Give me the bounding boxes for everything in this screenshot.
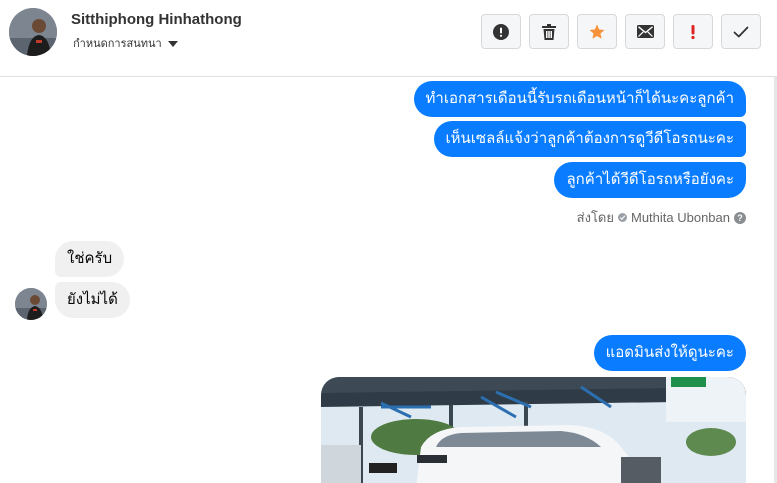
- envelope-icon: [636, 25, 654, 38]
- checkmark-icon: [733, 26, 749, 37]
- follow-up-button[interactable]: [673, 14, 713, 49]
- sent-by-info: ส่งโดย Muthita Ubonban ?: [577, 207, 746, 228]
- outgoing-message[interactable]: ทำเอกสารเดือนนี้รับรถเดือนหน้าก็ได้นะคะล…: [413, 81, 746, 117]
- outgoing-message[interactable]: ลูกค้าได้วีดีโอรถหรือยังคะ: [554, 162, 746, 198]
- conversation-toolbar: [481, 14, 761, 49]
- contact-avatar-small[interactable]: [15, 288, 47, 320]
- contact-name[interactable]: Sitthiphong Hinhathong: [71, 11, 242, 28]
- incoming-message[interactable]: ใช่ครับ: [55, 241, 125, 277]
- outgoing-message[interactable]: แอดมินส่งให้ดูนะคะ: [593, 335, 746, 371]
- contact-avatar[interactable]: [9, 8, 57, 56]
- report-spam-button[interactable]: [481, 14, 521, 49]
- delete-button[interactable]: [529, 14, 569, 49]
- attached-car-photo[interactable]: [321, 377, 746, 483]
- conversation-header: Sitthiphong Hinhathong กำหนดการสนทนา: [0, 0, 777, 77]
- help-icon[interactable]: ?: [734, 211, 746, 224]
- incoming-message[interactable]: ยังไม่ได้: [55, 282, 130, 318]
- star-icon: [589, 24, 605, 39]
- sent-by-prefix: ส่งโดย: [576, 210, 614, 225]
- outgoing-message[interactable]: เห็นเซลล์แจ้งว่าลูกค้าต้องการดูวีดีโอรถน…: [433, 121, 746, 157]
- star-button[interactable]: [577, 14, 617, 49]
- caret-down-icon: [167, 41, 178, 48]
- conversation-settings-dropdown[interactable]: กำหนดการสนทนา: [73, 34, 178, 52]
- alert-circle-icon: [493, 23, 509, 40]
- conversation-settings-label: กำหนดการสนทนา: [73, 38, 162, 50]
- mark-done-button[interactable]: [721, 14, 761, 49]
- exclamation-icon: [691, 24, 695, 39]
- trash-icon: [542, 23, 556, 40]
- mark-unread-button[interactable]: [625, 14, 665, 49]
- sent-check-icon: [617, 213, 627, 222]
- sender-name: Muthita Ubonban: [630, 210, 730, 225]
